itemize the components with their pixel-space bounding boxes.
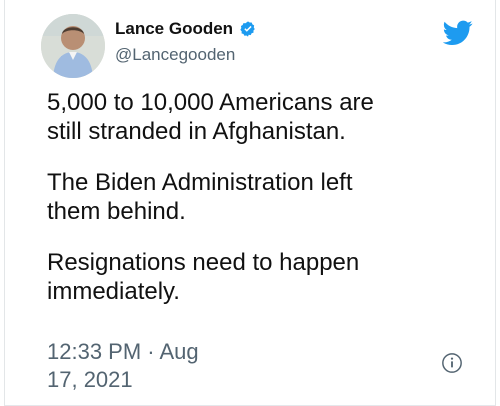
author-handle[interactable]: @Lancegooden	[115, 44, 257, 66]
avatar[interactable]	[41, 14, 105, 78]
avatar-image	[41, 14, 105, 78]
author-info: Lance Gooden @Lancegooden	[115, 18, 257, 66]
tweet-paragraph-2: The Biden Administration left them behin…	[47, 168, 475, 226]
timestamp-time: 12:33 PM · Aug	[47, 339, 199, 364]
tweet-text-line: still stranded in Afghanistan.	[47, 118, 346, 145]
timestamp-date: 17, 2021	[47, 367, 133, 392]
tweet-text-line: 5,000 to 10,000 Americans are	[47, 89, 374, 116]
tweet-text-line: them behind.	[47, 198, 186, 225]
tweet-header: Lance Gooden @Lancegooden	[41, 14, 475, 78]
name-row: Lance Gooden	[115, 18, 257, 40]
verified-badge-icon	[239, 20, 257, 38]
tweet-text-line: immediately.	[47, 278, 180, 305]
author-name[interactable]: Lance Gooden	[115, 18, 233, 40]
twitter-bird-icon[interactable]	[442, 20, 473, 46]
tweet-card: Lance Gooden @Lancegooden 5,000 to 10,00…	[4, 0, 496, 406]
tweet-text-line: The Biden Administration left	[47, 169, 353, 196]
tweet-paragraph-3: Resignations need to happen immediately.	[47, 248, 475, 306]
info-icon[interactable]	[441, 352, 463, 374]
tweet-timestamp[interactable]: 12:33 PM · Aug 17, 2021	[47, 338, 199, 394]
tweet-paragraph-1: 5,000 to 10,000 Americans are still stra…	[47, 88, 475, 146]
tweet-text: 5,000 to 10,000 Americans are still stra…	[47, 88, 475, 306]
tweet-text-line: Resignations need to happen	[47, 249, 360, 276]
